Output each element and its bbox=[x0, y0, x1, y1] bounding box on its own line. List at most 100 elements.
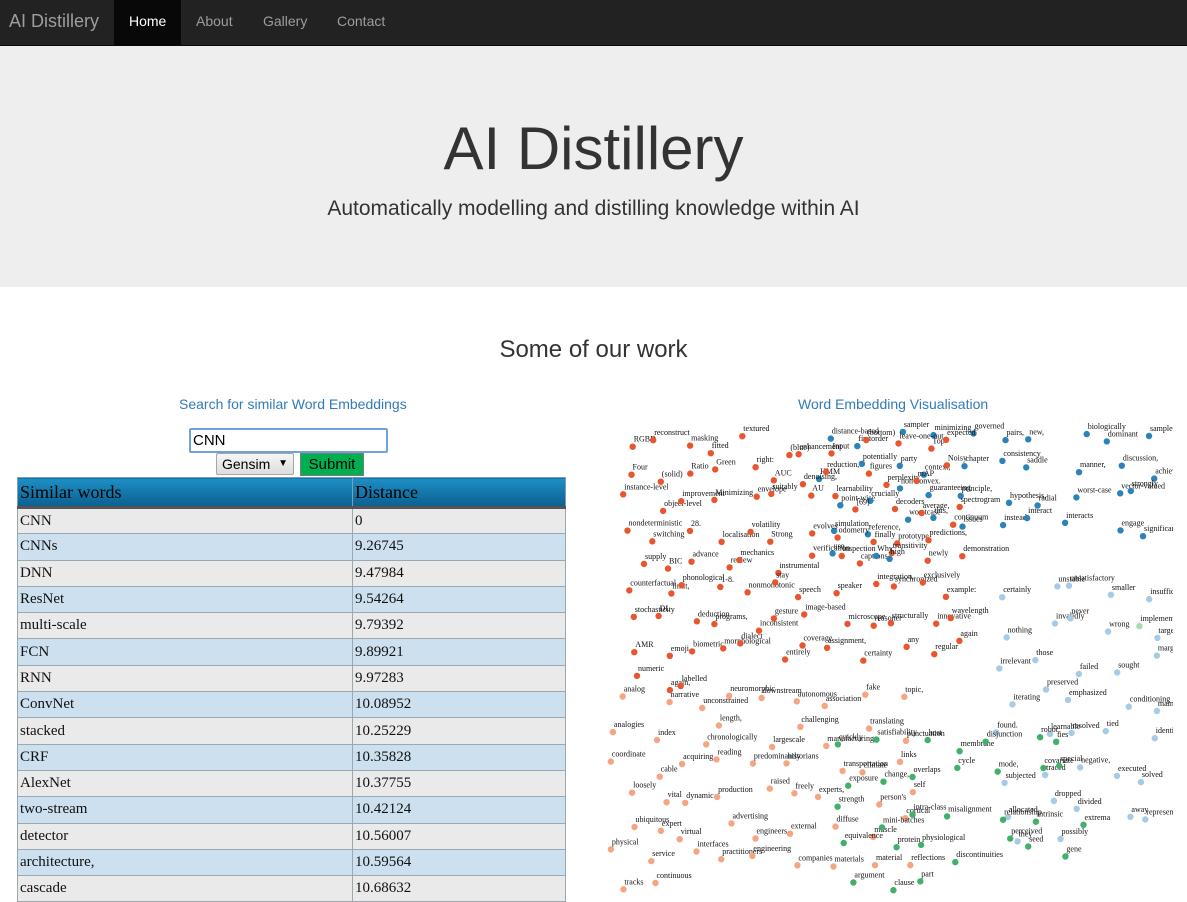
embedding-dot[interactable] bbox=[650, 437, 657, 444]
embedding-dot[interactable] bbox=[1051, 620, 1059, 627]
embedding-dot[interactable] bbox=[631, 823, 638, 831]
embedding-dot[interactable] bbox=[1067, 615, 1074, 622]
embedding-dot[interactable] bbox=[770, 615, 778, 622]
embedding-point[interactable]: expert bbox=[657, 819, 683, 834]
embedding-point[interactable]: AMR bbox=[631, 640, 654, 656]
embedding-dot[interactable] bbox=[844, 620, 851, 628]
embedding-point[interactable]: instance-level bbox=[620, 482, 669, 498]
embedding-dot[interactable] bbox=[925, 491, 932, 499]
embedding-point[interactable]: strength bbox=[834, 795, 864, 810]
embedding-point[interactable]: party bbox=[896, 454, 918, 469]
embedding-dot[interactable] bbox=[862, 691, 869, 698]
embedding-dot[interactable] bbox=[794, 862, 801, 869]
embedding-point[interactable]: certainly bbox=[999, 585, 1031, 601]
embedding-point[interactable]: unconstrained bbox=[699, 696, 748, 712]
embedding-point[interactable]: service bbox=[648, 849, 675, 865]
embedding-dot[interactable] bbox=[795, 451, 802, 458]
embedding-dot[interactable] bbox=[1127, 813, 1134, 820]
embedding-point[interactable]: fitted bbox=[707, 441, 729, 457]
embedding-point[interactable]: misalignment bbox=[943, 804, 993, 820]
embedding-point[interactable]: interact bbox=[1023, 506, 1053, 522]
embedding-point[interactable]: instead, bbox=[999, 513, 1029, 529]
embedding-point[interactable]: external bbox=[786, 822, 818, 837]
embedding-point[interactable]: dropped bbox=[1050, 789, 1081, 805]
embedding-point[interactable]: resolved bbox=[1068, 721, 1100, 737]
embedding-scatter[interactable]: RGBDreconstructmaskingfitteddistance-bas… bbox=[607, 422, 1173, 902]
embedding-dot[interactable] bbox=[663, 799, 670, 806]
embedding-point[interactable]: engineers bbox=[752, 827, 787, 842]
embedding-point[interactable]: Input bbox=[828, 441, 850, 457]
embedding-point[interactable]: new, bbox=[1025, 427, 1044, 443]
embedding-dot[interactable] bbox=[909, 788, 917, 796]
embedding-point[interactable]: suitably bbox=[768, 482, 798, 498]
embedding-dot[interactable] bbox=[918, 509, 925, 517]
embedding-point[interactable]: fake bbox=[862, 683, 881, 698]
embedding-dot[interactable] bbox=[952, 858, 959, 866]
embedding-point[interactable]: predictions, bbox=[925, 528, 967, 544]
embedding-dot[interactable] bbox=[832, 823, 839, 830]
embedding-point[interactable]: speaker bbox=[833, 581, 862, 597]
embedding-dot[interactable] bbox=[753, 493, 760, 500]
navbar-brand[interactable]: AI Distillery bbox=[9, 11, 99, 31]
embedding-point[interactable]: certainty bbox=[860, 649, 892, 664]
embedding-dot[interactable] bbox=[686, 442, 694, 449]
embedding-point[interactable]: largescale bbox=[768, 735, 805, 751]
embedding-point[interactable]: odometry bbox=[834, 526, 869, 541]
embedding-dot[interactable] bbox=[693, 618, 701, 625]
embedding-point[interactable]: materials bbox=[830, 855, 864, 870]
embedding-point[interactable]: part bbox=[917, 869, 935, 885]
embedding-dot[interactable] bbox=[687, 470, 694, 477]
embedding-dot[interactable] bbox=[1057, 835, 1064, 843]
embedding-dot[interactable] bbox=[712, 466, 719, 473]
embedding-dot[interactable] bbox=[728, 820, 735, 827]
embedding-dot[interactable] bbox=[717, 583, 724, 591]
embedding-dot[interactable] bbox=[720, 645, 727, 652]
embedding-dot[interactable] bbox=[954, 764, 961, 772]
embedding-dot[interactable] bbox=[982, 738, 989, 745]
embedding-dot[interactable] bbox=[902, 737, 910, 744]
embedding-dot[interactable] bbox=[666, 686, 674, 694]
embedding-dot[interactable] bbox=[799, 642, 806, 649]
embedding-point[interactable]: overlaps bbox=[909, 765, 941, 781]
header-distance[interactable]: Distance bbox=[352, 477, 566, 509]
embedding-dot[interactable] bbox=[833, 590, 840, 597]
embedding-point[interactable]: reduction, bbox=[822, 460, 859, 476]
embedding-point[interactable]: evolves bbox=[809, 521, 838, 537]
embedding-dot[interactable] bbox=[668, 590, 675, 597]
embedding-dot[interactable] bbox=[907, 861, 914, 869]
embedding-point[interactable]: image-based bbox=[801, 603, 846, 618]
embedding-point[interactable]: tied bbox=[1102, 719, 1119, 735]
embedding-point[interactable]: samplers bbox=[1145, 424, 1173, 440]
embedding-point[interactable]: index bbox=[653, 728, 676, 744]
embedding-dot[interactable] bbox=[809, 530, 816, 537]
embedding-point[interactable]: insufficient bbox=[1146, 587, 1173, 603]
embedding-point[interactable]: marginalization bbox=[1153, 644, 1173, 659]
embedding-dot[interactable] bbox=[1083, 430, 1090, 438]
embedding-point[interactable]: companies bbox=[794, 853, 833, 869]
embedding-point[interactable]: raised bbox=[766, 777, 790, 792]
search-input[interactable] bbox=[189, 428, 388, 453]
embedding-point[interactable]: switching bbox=[649, 529, 684, 545]
embedding-point[interactable]: disjunction bbox=[982, 730, 1023, 745]
embedding-dot[interactable] bbox=[711, 496, 718, 504]
embedding-dot[interactable] bbox=[821, 702, 828, 710]
embedding-dot[interactable] bbox=[873, 580, 880, 588]
embedding-dot[interactable] bbox=[607, 846, 615, 853]
embedding-dot[interactable] bbox=[713, 793, 721, 801]
embedding-dot[interactable] bbox=[713, 756, 720, 763]
embedding-point[interactable]: dominant bbox=[1103, 429, 1139, 445]
embedding-dot[interactable] bbox=[768, 490, 775, 498]
embedding-point[interactable]: manner, bbox=[1075, 460, 1106, 476]
embedding-point[interactable]: identical bbox=[1151, 726, 1173, 742]
embedding-dot[interactable] bbox=[1127, 487, 1134, 495]
embedding-dot[interactable] bbox=[1103, 438, 1110, 445]
embedding-dot[interactable] bbox=[854, 442, 861, 450]
embedding-point[interactable]: discussion, bbox=[1118, 454, 1159, 469]
embedding-dot[interactable] bbox=[1104, 628, 1112, 635]
embedding-dot[interactable] bbox=[747, 528, 754, 536]
embedding-dot[interactable] bbox=[883, 481, 890, 489]
embedding-dot[interactable] bbox=[808, 552, 816, 559]
embedding-point[interactable]: chronologically bbox=[703, 732, 757, 748]
embedding-point[interactable]: clause bbox=[890, 878, 915, 894]
embedding-point[interactable]: spectrogram bbox=[956, 495, 1002, 511]
